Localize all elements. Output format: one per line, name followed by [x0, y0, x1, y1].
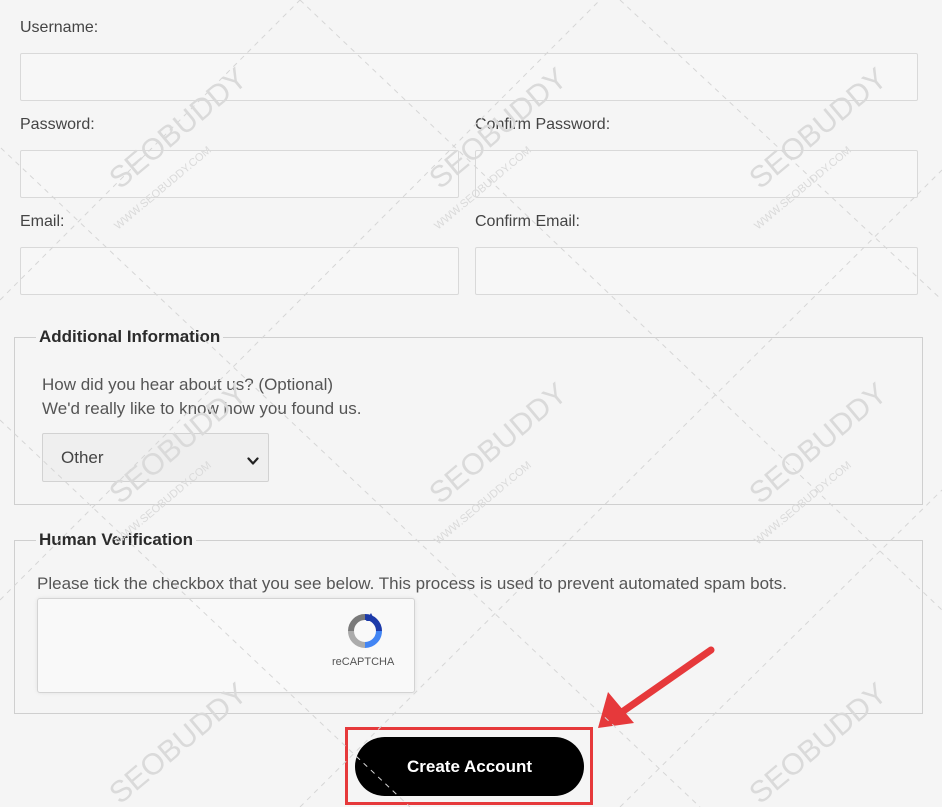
- email-input[interactable]: [20, 247, 459, 295]
- referral-question: How did you hear about us? (Optional): [42, 375, 334, 394]
- referral-source-select[interactable]: Other: [42, 433, 269, 482]
- confirm-email-input[interactable]: [475, 247, 918, 295]
- referral-subtext: We'd really like to know how you found u…: [42, 399, 362, 418]
- email-label: Email:: [20, 213, 65, 230]
- confirm-password-input[interactable]: [475, 150, 918, 198]
- create-account-button[interactable]: Create Account: [355, 737, 584, 796]
- confirm-email-label: Confirm Email:: [475, 213, 580, 230]
- human-verification-legend: Human Verification: [39, 530, 193, 549]
- password-label: Password:: [20, 116, 95, 133]
- referral-selected-value: Other: [61, 448, 104, 467]
- username-input[interactable]: [20, 53, 918, 101]
- verification-instruction: Please tick the checkbox that you see be…: [37, 574, 787, 593]
- username-label: Username:: [20, 19, 99, 36]
- recaptcha-label: reCAPTCHA: [332, 656, 395, 668]
- password-input[interactable]: [20, 150, 459, 198]
- recaptcha-widget[interactable]: reCAPTCHA: [37, 598, 415, 693]
- chevron-down-icon: [247, 451, 259, 471]
- confirm-password-label: Confirm Password:: [475, 116, 611, 133]
- additional-information-legend: Additional Information: [39, 327, 221, 346]
- recaptcha-logo-icon: [344, 611, 386, 656]
